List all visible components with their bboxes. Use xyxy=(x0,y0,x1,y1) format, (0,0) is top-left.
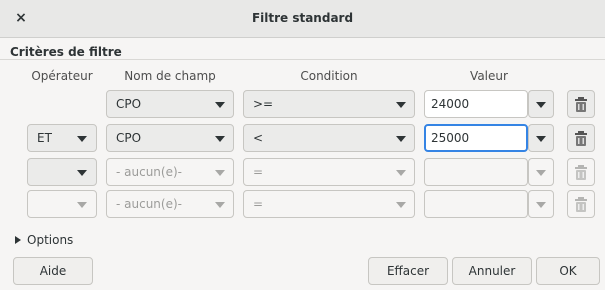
field-select-row-1[interactable]: CPO xyxy=(106,90,234,118)
column-header-condition: Condition xyxy=(300,69,358,83)
trash-icon xyxy=(575,197,587,212)
field-select-row-2[interactable]: CPO xyxy=(106,124,234,152)
chevron-down-icon xyxy=(77,170,87,176)
field-select-value: - aucun(e)- xyxy=(116,165,182,179)
help-button[interactable]: Aide xyxy=(13,257,93,285)
chevron-down-icon xyxy=(396,170,406,176)
value-input-text: 25000 xyxy=(431,131,470,145)
condition-select-value: = xyxy=(253,197,264,211)
field-select-row-4[interactable]: - aucun(e)- xyxy=(106,190,234,218)
section-title: Critères de filtre xyxy=(10,45,122,59)
delete-button-row-2[interactable] xyxy=(567,124,595,152)
value-dropdown-button-row-2[interactable] xyxy=(528,124,554,152)
condition-select-value: < xyxy=(253,131,264,145)
window-title: Filtre standard xyxy=(251,11,354,25)
chevron-down-icon xyxy=(536,170,546,176)
chevron-down-icon xyxy=(215,202,225,208)
trash-icon xyxy=(575,131,587,146)
value-input-row-3[interactable] xyxy=(424,158,528,186)
clear-button[interactable]: Effacer xyxy=(368,257,448,285)
column-header-field: Nom de champ xyxy=(124,69,216,83)
chevron-down-icon xyxy=(215,136,225,142)
chevron-down-icon xyxy=(396,136,406,142)
delete-button-row-3[interactable] xyxy=(567,158,595,186)
options-expander-label[interactable]: Options xyxy=(27,232,73,248)
value-input-row-4[interactable] xyxy=(424,190,528,218)
chevron-down-icon xyxy=(536,202,546,208)
chevron-down-icon xyxy=(396,102,406,108)
condition-select-value: = xyxy=(253,165,264,179)
operator-select-row-3[interactable] xyxy=(27,158,97,186)
column-header-value: Valeur xyxy=(470,69,508,83)
chevron-down-icon xyxy=(536,136,546,142)
operator-select-row-4[interactable] xyxy=(27,190,97,218)
value-dropdown-button-row-3[interactable] xyxy=(528,158,554,186)
chevron-down-icon xyxy=(77,136,87,142)
trash-icon xyxy=(575,97,587,112)
chevron-down-icon xyxy=(215,170,225,176)
field-select-value: CPO xyxy=(116,131,142,145)
value-input-row-2[interactable]: 25000 xyxy=(424,124,528,152)
cancel-button[interactable]: Annuler xyxy=(452,257,532,285)
chevron-down-icon xyxy=(536,102,546,108)
field-select-value: - aucun(e)- xyxy=(116,197,182,211)
delete-button-row-1[interactable] xyxy=(567,90,595,118)
chevron-down-icon xyxy=(215,102,225,108)
column-header-operator: Opérateur xyxy=(31,69,93,83)
delete-button-row-4[interactable] xyxy=(567,190,595,218)
chevron-down-icon xyxy=(396,202,406,208)
ok-button[interactable]: OK xyxy=(536,257,600,285)
value-dropdown-button-row-1[interactable] xyxy=(528,90,554,118)
field-select-value: CPO xyxy=(116,97,142,111)
operator-select-row-2[interactable]: ET xyxy=(27,124,97,152)
condition-select-row-1[interactable]: >= xyxy=(243,90,415,118)
value-input-row-1[interactable]: 24000 xyxy=(424,90,528,118)
condition-select-row-2[interactable]: < xyxy=(243,124,415,152)
section-divider xyxy=(0,59,605,60)
value-dropdown-button-row-4[interactable] xyxy=(528,190,554,218)
field-select-row-3[interactable]: - aucun(e)- xyxy=(106,158,234,186)
condition-select-value: >= xyxy=(253,97,274,111)
trash-icon xyxy=(575,165,587,180)
condition-select-row-4[interactable]: = xyxy=(243,190,415,218)
value-input-text: 24000 xyxy=(431,97,470,111)
expander-triangle-icon[interactable] xyxy=(15,236,21,244)
condition-select-row-3[interactable]: = xyxy=(243,158,415,186)
operator-select-value: ET xyxy=(37,131,52,145)
chevron-down-icon xyxy=(77,202,87,208)
